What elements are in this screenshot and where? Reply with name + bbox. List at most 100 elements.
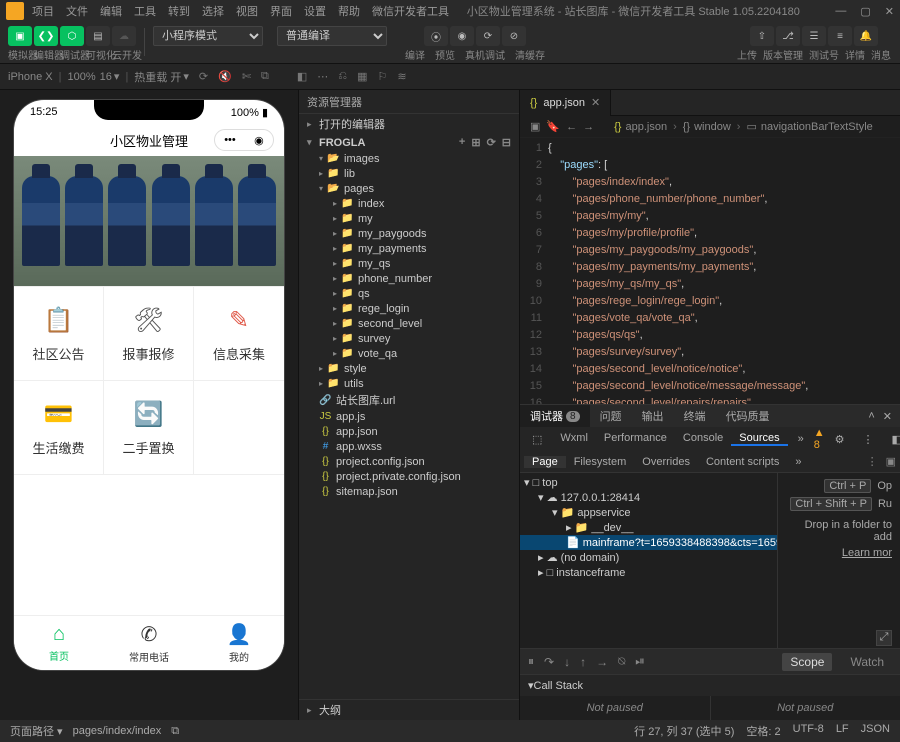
source-tree-item[interactable]: ▸ □ instanceframe (520, 565, 777, 580)
file-tab[interactable]: {} app.json ✕ (520, 90, 611, 116)
status-item[interactable]: JSON (861, 723, 890, 739)
warning-badge[interactable]: ▲ 8 (814, 427, 825, 451)
copy-icon[interactable]: ⧉ (261, 70, 269, 83)
menu-item[interactable]: 选择 (202, 3, 224, 19)
more-tabs-icon[interactable]: » (790, 433, 812, 445)
test-button[interactable]: ☰ (802, 26, 826, 46)
maximize-icon[interactable]: ▢ (860, 5, 870, 18)
version-button[interactable]: ⎇ (776, 26, 800, 46)
debug-tab[interactable]: 代码质量 (716, 405, 780, 427)
more-icon[interactable]: ⋮ (867, 455, 878, 468)
bookmark-icon[interactable]: ▣ (530, 120, 540, 133)
zoom-select[interactable]: 100% (68, 71, 96, 83)
status-item[interactable]: 行 27, 列 37 (选中 5) (634, 723, 734, 739)
menu-item[interactable]: 帮助 (338, 3, 360, 19)
remote-debug-button[interactable]: ⟳ (476, 26, 500, 46)
devtool-tab[interactable]: Performance (596, 432, 675, 446)
menu-item[interactable]: 转到 (168, 3, 190, 19)
menu-item[interactable]: 设置 (304, 3, 326, 19)
source-tree-item[interactable]: ▸ 📁 __dev__ (520, 520, 777, 535)
visual-button[interactable]: ▤ (86, 26, 110, 46)
mute-icon[interactable]: 🔇 (218, 70, 232, 83)
tree-item[interactable]: 📁second_level (299, 316, 519, 331)
outline-section[interactable]: ▸大纲 (299, 699, 519, 720)
tree-item[interactable]: 📁my_paygoods (299, 226, 519, 241)
dock-icon[interactable]: ◧ (884, 433, 900, 446)
debug-tab[interactable]: 问题 (590, 405, 632, 427)
step-out-icon[interactable]: ↑ (580, 655, 586, 669)
compile-select[interactable]: 普通编译 (277, 26, 387, 46)
status-item[interactable]: 空格: 2 (746, 723, 780, 739)
menu-item[interactable]: 视图 (236, 3, 258, 19)
more-icon[interactable]: ⋯ (317, 70, 328, 83)
grid-item[interactable]: 🛠报事报修 (104, 287, 194, 381)
split-icon[interactable]: ◧ (297, 70, 307, 83)
capsule[interactable]: •••◉ (214, 129, 274, 151)
source-tree-item[interactable]: 📄 mainframe?t=1659338488398&cts=16593384… (520, 535, 777, 550)
watch-tab[interactable]: Watch (842, 653, 892, 671)
debug-tab[interactable]: 终端 (674, 405, 716, 427)
grid-icon[interactable]: ▦ (357, 70, 367, 83)
copy-icon[interactable]: ⧉ (171, 725, 179, 738)
page-path[interactable]: pages/index/index (73, 725, 162, 737)
more-icon[interactable]: ⋮ (855, 433, 882, 446)
close-icon[interactable]: ✕ (885, 5, 894, 18)
settings-icon[interactable]: ⚙ (827, 433, 853, 446)
tree-item[interactable]: JSapp.js (299, 409, 519, 424)
open-editors-section[interactable]: ▸打开的编辑器 (299, 114, 519, 134)
refresh-icon[interactable]: ⟳ (487, 136, 496, 149)
compile-button[interactable]: ⦿ (424, 26, 448, 46)
more-icon[interactable]: » (787, 456, 809, 468)
close-icon[interactable]: ✕ (591, 96, 600, 109)
grid-item[interactable]: ✎信息采集 (194, 287, 284, 381)
device-select[interactable]: iPhone X (8, 71, 53, 83)
preview-button[interactable]: ◉ (450, 26, 474, 46)
debugger-button[interactable]: ⬡ (60, 26, 84, 46)
tree-item[interactable]: 📁index (299, 196, 519, 211)
cut-icon[interactable]: ✄ (242, 70, 251, 83)
step-into-icon[interactable]: ↓ (564, 655, 570, 669)
branch-icon[interactable]: ⎌ (338, 70, 347, 83)
tree-item[interactable]: 📁qs (299, 286, 519, 301)
scope-tab[interactable]: Scope (782, 653, 832, 671)
tree-item[interactable]: 📁my (299, 211, 519, 226)
tree-item[interactable]: {}app.json (299, 424, 519, 439)
detail-button[interactable]: ≡ (828, 26, 852, 46)
project-section[interactable]: ▾FROGLA + ⊞ ⟳ ⊟ (299, 134, 519, 151)
tree-item[interactable]: 📁rege_login (299, 301, 519, 316)
step-icon[interactable]: → (596, 655, 608, 669)
sources-subtab[interactable]: Content scripts (698, 456, 787, 468)
tree-item[interactable]: 📁my_payments (299, 241, 519, 256)
minimize-icon[interactable]: — (835, 5, 846, 18)
tree-item[interactable]: 📁my_qs (299, 256, 519, 271)
pause-exc-icon[interactable]: ⏯ (635, 654, 645, 669)
tree-item[interactable]: {}project.config.json (299, 454, 519, 469)
deactivate-icon[interactable]: ⍉ (618, 654, 625, 669)
tree-item[interactable]: 📁lib (299, 166, 519, 181)
source-tree-item[interactable]: ▾ 📁 appservice (520, 505, 777, 520)
grid-item[interactable]: 🔄二手置换 (104, 381, 194, 475)
source-tree-item[interactable]: ▾ □ top (520, 475, 777, 490)
menu-item[interactable]: 文件 (66, 3, 88, 19)
new-file-icon[interactable]: + (459, 136, 465, 149)
hotreload-label[interactable]: 热重载 开 (134, 69, 181, 85)
grid-item[interactable]: 💳生活缴费 (14, 381, 104, 475)
message-button[interactable]: 🔔 (854, 26, 878, 46)
debug-tab[interactable]: 调试器8 (520, 405, 590, 427)
code-editor[interactable]: 1234567891011121314151617 { "pages": [ "… (520, 138, 900, 404)
sources-subtab[interactable]: Filesystem (566, 456, 635, 468)
debug-tab[interactable]: 输出 (632, 405, 674, 427)
sources-subtab[interactable]: Page (524, 456, 566, 468)
clear-cache-button[interactable]: ⊘ (502, 26, 526, 46)
tree-item[interactable]: #app.wxss (299, 439, 519, 454)
back-icon[interactable]: ← (566, 121, 577, 133)
source-tree-item[interactable]: ▾ ☁ 127.0.0.1:28414 (520, 490, 777, 505)
flag-icon[interactable]: ⚐ (378, 70, 388, 83)
step-over-icon[interactable]: ↷ (544, 655, 554, 669)
devtool-tab[interactable]: Wxml (552, 432, 596, 446)
new-folder-icon[interactable]: ⊞ (471, 136, 480, 149)
pause-icon[interactable]: ⏸ (528, 654, 534, 669)
chevron-up-icon[interactable]: ˄ (868, 410, 874, 423)
menu-item[interactable]: 界面 (270, 3, 292, 19)
tree-item[interactable]: 📂images (299, 151, 519, 166)
